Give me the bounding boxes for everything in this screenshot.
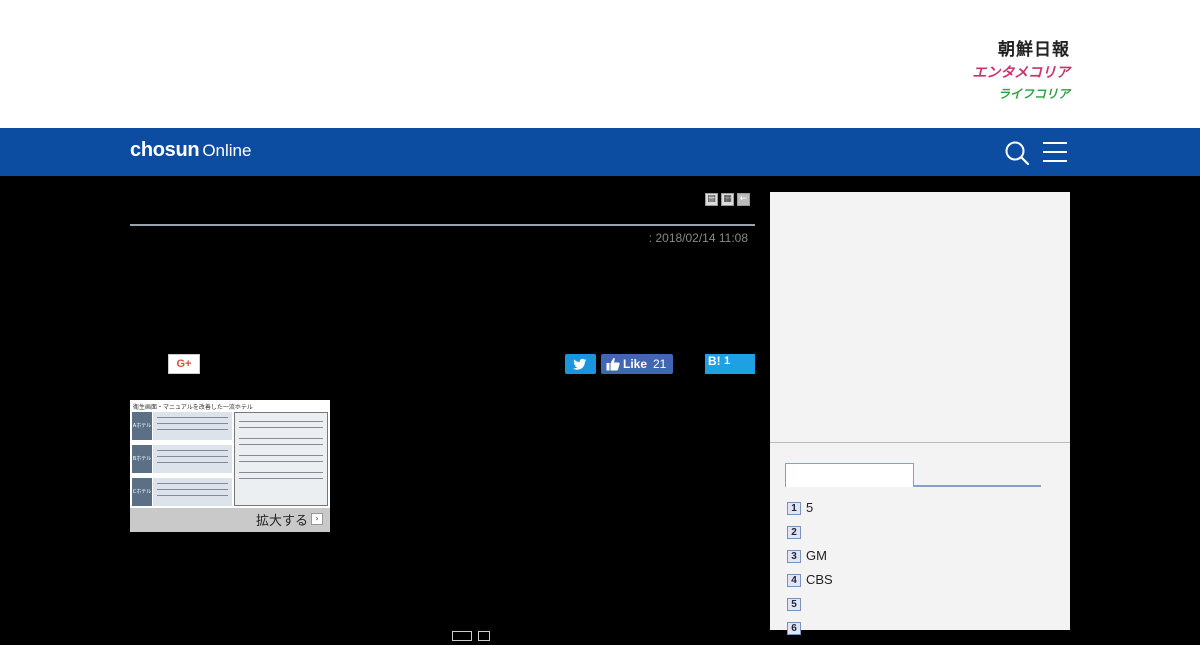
figure-row-label: Cホテル: [132, 478, 152, 506]
print-icon[interactable]: ▤: [705, 193, 718, 206]
brand-links: 朝鮮日報 エンタメコリア ライフコリア: [972, 42, 1070, 104]
top-banner: 朝鮮日報 エンタメコリア ライフコリア: [0, 0, 1200, 128]
chosun-ilbo-link[interactable]: 朝鮮日報: [972, 42, 1070, 66]
figure-row-label: Bホテル: [132, 445, 152, 473]
rank-badge: 1: [787, 502, 801, 515]
tab-ranking-other[interactable]: [914, 485, 1041, 487]
article-tools: ▤ ▦ ←: [702, 193, 750, 207]
enlarge-link[interactable]: 拡大する: [256, 510, 308, 529]
rank-badge: 6: [787, 622, 801, 635]
title-divider: [130, 224, 755, 226]
figure-row: Aホテル: [132, 412, 232, 440]
sidebar: 1 5 2 3 GM 4 CBS 5 6: [770, 192, 1070, 635]
ranking-tabs: [785, 463, 1041, 488]
figure-cell: [153, 412, 232, 440]
rank-title[interactable]: CBS: [806, 572, 833, 587]
figure-image: 衛生画面・マニュアルを改善した一流ホテル Aホテル Bホテル Cホテル: [130, 400, 330, 508]
entame-korea-link[interactable]: エンタメコリア: [972, 66, 1070, 88]
rank-badge: 4: [787, 574, 801, 587]
figure-row: Cホテル: [132, 478, 232, 506]
figure-row-label: Aホテル: [132, 412, 152, 440]
figure-title: 衛生画面・マニュアルを改善した一流ホテル: [133, 404, 253, 411]
rank-badge: 2: [787, 526, 801, 539]
site-logo[interactable]: chosun Online: [130, 139, 251, 162]
like-label: Like: [623, 357, 648, 371]
article-date: : 2018/02/14 11:08: [648, 231, 748, 245]
logo-text-bold: chosun: [130, 139, 200, 161]
article-figure[interactable]: 衛生画面・マニュアルを改善した一流ホテル Aホテル Bホテル Cホテル 拡大する…: [130, 400, 330, 532]
search-icon[interactable]: [1004, 140, 1030, 166]
figure-improved-panel: [234, 412, 328, 506]
rank-badge: 3: [787, 550, 801, 563]
life-korea-link[interactable]: ライフコリア: [972, 88, 1070, 104]
figure-cell: [153, 478, 232, 506]
like-count: 21: [653, 357, 667, 371]
hatena-count: 1: [724, 355, 731, 367]
google-plus-button[interactable]: G+: [168, 354, 200, 374]
text-size-icon[interactable]: ▦: [721, 193, 734, 206]
hatena-icon: B!: [708, 354, 721, 368]
hamburger-menu-icon[interactable]: [1043, 141, 1067, 163]
rank-badge: 5: [787, 598, 801, 611]
twitter-icon: [573, 358, 587, 370]
back-icon[interactable]: ←: [737, 193, 750, 206]
tab-ranking-active[interactable]: [785, 463, 914, 487]
chevron-right-icon[interactable]: ›: [311, 513, 323, 525]
pager-dot[interactable]: [452, 631, 472, 641]
hatena-bookmark-button[interactable]: B! 1: [705, 354, 755, 374]
ad-slot: [770, 192, 1070, 443]
figure-row: Bホテル: [132, 445, 232, 473]
rank-title[interactable]: 5: [806, 500, 813, 515]
main-navbar: chosun Online: [0, 128, 1200, 176]
twitter-share-button[interactable]: [565, 354, 596, 374]
figure-table: Aホテル Bホテル Cホテル: [132, 412, 232, 506]
rank-title[interactable]: GM: [806, 548, 827, 563]
pager-dot[interactable]: [478, 631, 490, 641]
facebook-like-button[interactable]: Like 21: [601, 354, 673, 374]
figure-pager: [452, 626, 496, 645]
logo-text-light: Online: [202, 141, 252, 160]
thumbs-up-icon: [606, 357, 620, 371]
figure-cell: [153, 445, 232, 473]
